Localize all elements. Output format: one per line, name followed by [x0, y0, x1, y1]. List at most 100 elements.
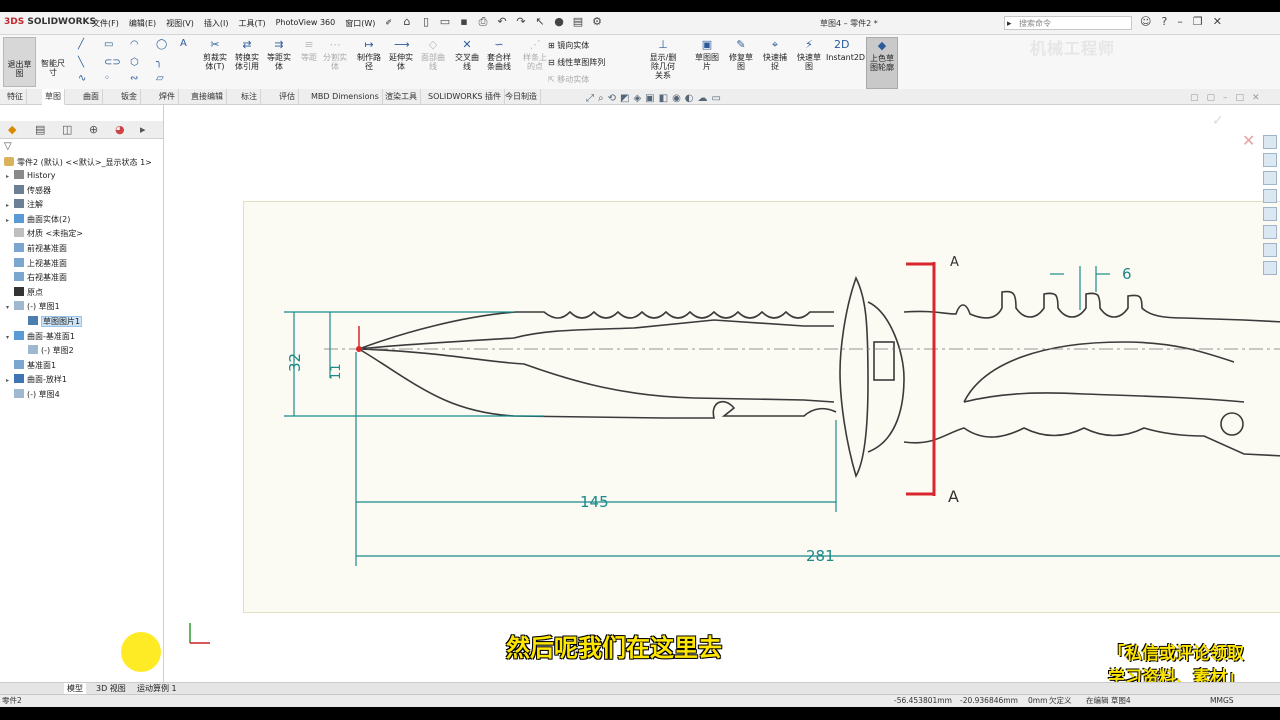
feature-tree-icon[interactable]: ◆ — [8, 123, 16, 136]
tab-7[interactable]: 标注 — [238, 89, 261, 104]
menu-file[interactable]: 文件(F) — [92, 18, 119, 29]
text-icon[interactable]: A — [180, 38, 187, 49]
centerline-icon[interactable]: ╲ — [78, 57, 84, 68]
tool-5-button[interactable]: ⋯ 分割实体 — [320, 37, 350, 87]
view-orientation-icon[interactable]: ▣ — [645, 93, 654, 104]
resources-icon[interactable] — [1263, 135, 1277, 149]
tool-11-button[interactable]: ⋰ 样条上的点 — [520, 37, 550, 87]
dimension-6[interactable]: 6 — [1122, 265, 1132, 283]
tool-2-button[interactable]: ⇄ 转换实体引用 — [232, 37, 262, 87]
tool-13-button[interactable]: ▣ 草图图片 — [692, 37, 722, 87]
tab-9[interactable]: MBD Dimensions — [308, 89, 383, 104]
circle-icon[interactable]: ◯ — [156, 39, 167, 50]
linear-pattern-button[interactable]: ⊟ 线性草图阵列 — [548, 54, 605, 71]
tool-8-button[interactable]: ◇ 面部曲线 — [418, 37, 448, 87]
tree-item-12[interactable]: ▾ 曲面-基准面1 — [6, 330, 75, 342]
previous-view-icon[interactable]: ⟲ — [608, 93, 616, 104]
spline-curve-icon[interactable]: ∾ — [130, 73, 138, 84]
file-explorer-icon[interactable] — [1263, 189, 1277, 203]
menu-view[interactable]: 视图(V) — [166, 18, 194, 29]
tab-6[interactable]: 直接编辑 — [188, 89, 227, 104]
tree-item-14[interactable]: 基准面1 — [6, 359, 56, 371]
cancel-x-icon[interactable]: ✕ — [1242, 131, 1255, 150]
tree-item-1[interactable]: ▸ History — [6, 170, 55, 180]
tree-expander[interactable]: ▸ — [6, 217, 14, 224]
section-view-icon[interactable]: ◩ — [620, 93, 629, 104]
hide-show-icon[interactable]: ◉ — [672, 93, 681, 104]
plane-icon[interactable]: ▱ — [156, 73, 164, 84]
tab-12[interactable]: 今日制造 — [502, 89, 541, 104]
mirror-entities-button[interactable]: ⊞ 镜向实体 — [548, 37, 605, 54]
tool-1-button[interactable]: ✂ 剪裁实体(T) — [200, 37, 230, 87]
search-command-input[interactable]: ▸ 搜索命令 — [1004, 16, 1132, 30]
confirm-check-icon[interactable]: ✓ — [1212, 113, 1224, 129]
property-manager-icon[interactable]: ▤ — [35, 123, 45, 136]
home-pane-icon[interactable] — [1263, 153, 1277, 167]
display-manager-icon[interactable]: ◕ — [115, 123, 125, 136]
tool-6-button[interactable]: ↦ 制作路径 — [354, 37, 384, 87]
tree-item-16[interactable]: (-) 草图4 — [6, 389, 60, 400]
tab-5[interactable]: 焊件 — [156, 89, 179, 104]
custom-properties-icon[interactable] — [1263, 243, 1277, 257]
tab-11[interactable]: SOLIDWORKS 插件 — [425, 89, 505, 104]
tab-1[interactable]: 特征 — [4, 89, 27, 104]
tree-expander[interactable]: ▸ — [6, 377, 14, 384]
tab-3[interactable]: 曲面 — [80, 89, 103, 104]
doc-tile-icon[interactable]: ▢ — [1190, 93, 1199, 103]
smart-dimension-button[interactable]: 智能尺寸 — [38, 37, 68, 87]
dimension-145[interactable]: 145 — [580, 493, 609, 511]
menu-insert[interactable]: 插入(I) — [204, 18, 229, 29]
scene-icon[interactable]: ☁ — [698, 93, 708, 104]
menu-window[interactable]: 窗口(W) — [345, 18, 375, 29]
tree-item-11[interactable]: 草图图片1 — [20, 316, 83, 327]
tool-17-button[interactable]: 2D Instant2D — [826, 37, 865, 87]
dimension-281[interactable]: 281 — [806, 547, 835, 565]
menu-edit[interactable]: 编辑(E) — [129, 18, 156, 29]
tree-item-9[interactable]: 原点 — [6, 286, 43, 298]
tool-14-button[interactable]: ✎ 修复草图 — [726, 37, 756, 87]
close-icon[interactable]: ✕ — [1213, 15, 1222, 28]
zoom-area-icon[interactable]: ⌕ — [598, 93, 604, 104]
tool-15-button[interactable]: ⌖ 快速捕捉 — [760, 37, 790, 87]
open-icon[interactable]: ▭ — [438, 15, 452, 29]
tab-10[interactable]: 渲染工具 — [382, 89, 421, 104]
zoom-to-fit-icon[interactable]: ⤢ — [586, 93, 594, 104]
line-icon[interactable]: ╱ — [78, 39, 84, 50]
tree-item-4[interactable]: ▸ 曲面实体(2) — [6, 213, 70, 225]
undo-icon[interactable]: ↶ — [495, 15, 509, 29]
options-gear-icon[interactable]: ⚙ — [590, 15, 604, 29]
move-entities-button[interactable]: ⇱ 移动实体 — [548, 71, 605, 88]
tree-expander[interactable]: ▸ — [6, 202, 14, 209]
exit-sketch-button[interactable]: 退出草图 — [3, 37, 36, 87]
point-icon[interactable]: ◦ — [104, 73, 110, 84]
dimxpert-icon[interactable]: ⊕ — [89, 123, 98, 136]
select-arrow-icon[interactable]: ↖ — [533, 15, 547, 29]
menu-photoview[interactable]: PhotoView 360 — [276, 18, 336, 29]
help-icon[interactable]: ? — [1161, 15, 1167, 28]
tree-item-2[interactable]: 传感器 — [6, 184, 51, 196]
pin-icon[interactable]: ✐ — [385, 18, 392, 29]
tool-10-button[interactable]: ∽ 套合样条曲线 — [484, 37, 514, 87]
tree-item-3[interactable]: ▸ 注解 — [6, 199, 43, 210]
tree-expander[interactable]: ▾ — [6, 304, 14, 311]
appearances-icon[interactable] — [1263, 225, 1277, 239]
tab-4[interactable]: 钣金 — [118, 89, 141, 104]
view-settings-icon[interactable]: ▭ — [712, 93, 721, 104]
doc-minimize-icon[interactable]: – — [1223, 93, 1228, 103]
tab-2[interactable]: 草图 — [42, 89, 65, 105]
doc-restore-icon[interactable]: ▢ — [1207, 93, 1216, 103]
doc-maximize-icon[interactable]: □ — [1236, 93, 1245, 103]
new-document-icon[interactable]: ▯ — [419, 15, 433, 29]
fillet-icon[interactable]: ╮ — [156, 57, 162, 68]
status-units[interactable]: MMGS — [1210, 695, 1234, 707]
tree-item-6[interactable]: 前视基准面 — [6, 243, 67, 254]
tree-item-10[interactable]: ▾ (-) 草图1 — [6, 301, 60, 312]
forum-icon[interactable] — [1263, 261, 1277, 275]
tool-18-button[interactable]: ◆ 上色草图轮廓 — [866, 37, 898, 89]
doc-close-icon[interactable]: ✕ — [1252, 93, 1260, 103]
graphics-area[interactable]: 32 11 145 281 6 A A ✓ ✕ — [164, 105, 1280, 682]
tree-item-7[interactable]: 上视基准面 — [6, 257, 67, 269]
dimension-11[interactable]: 11 — [329, 363, 344, 380]
home-icon[interactable]: ⌂ — [400, 15, 414, 29]
polygon-icon[interactable]: ⬡ — [130, 57, 139, 68]
